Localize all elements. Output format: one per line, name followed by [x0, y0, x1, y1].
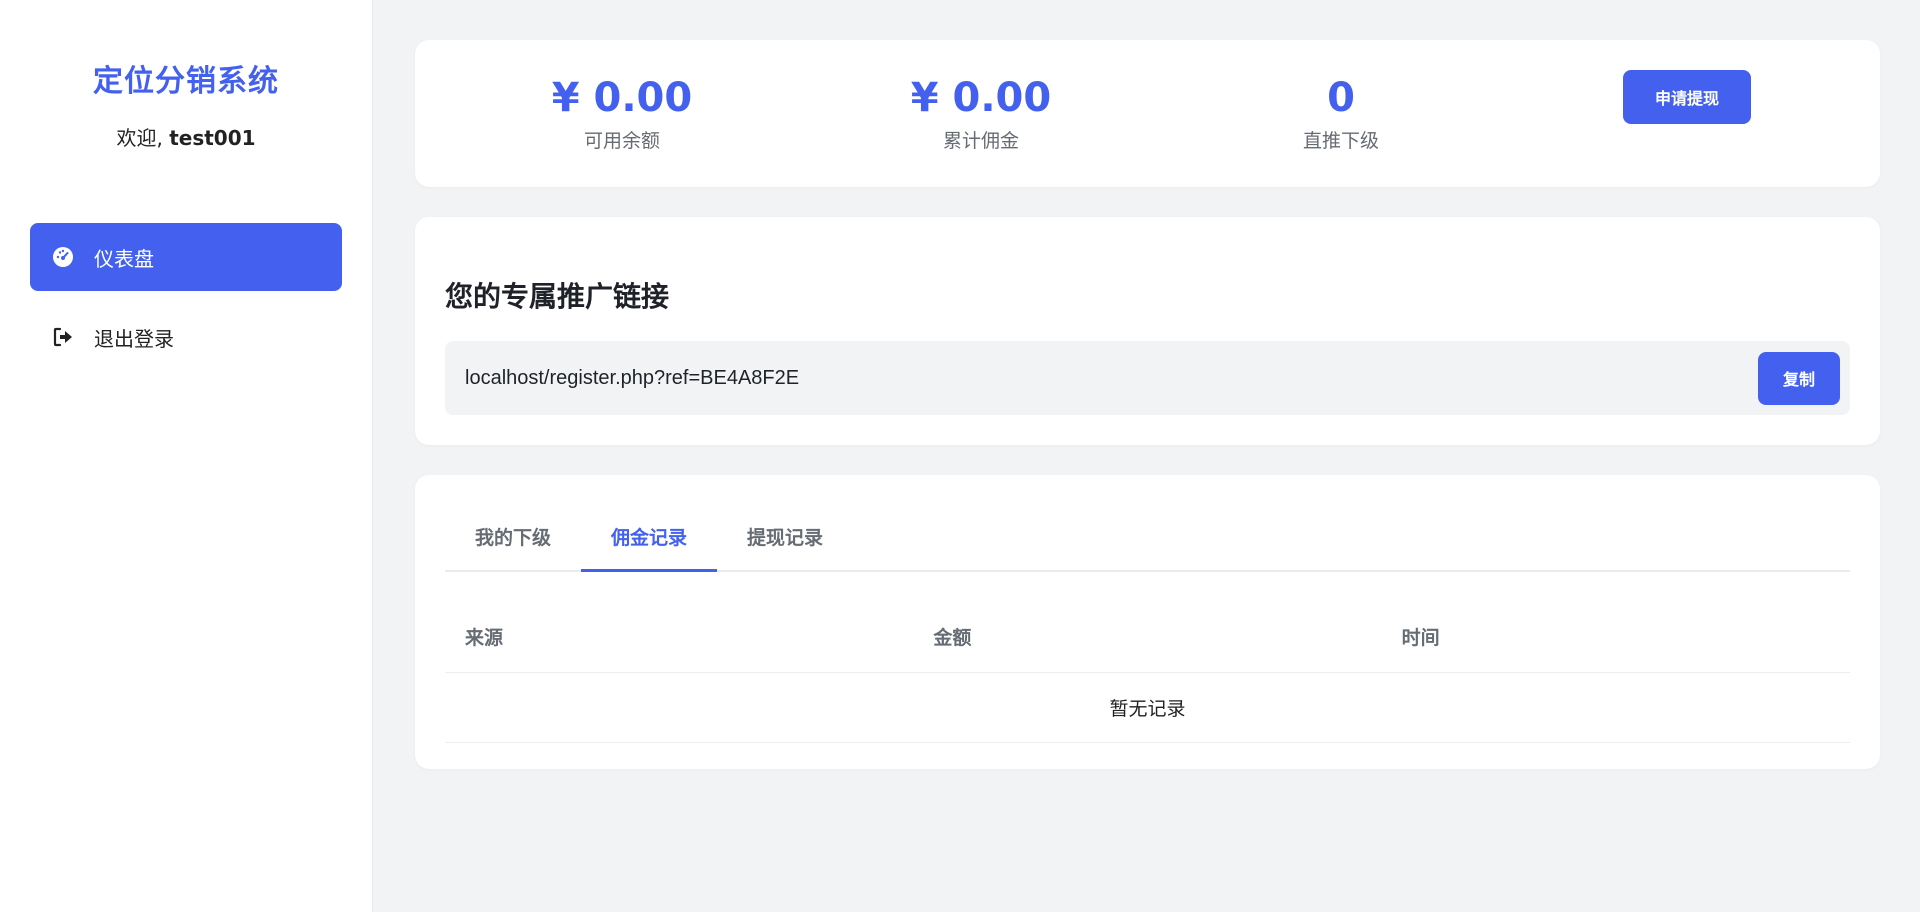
- column-header-amount: 金额: [913, 602, 1382, 673]
- logout-icon: [50, 324, 76, 350]
- column-header-time: 时间: [1381, 602, 1850, 673]
- sidebar-nav: 仪表盘 退出登录: [0, 223, 372, 371]
- brand-title: 定位分销系统: [93, 64, 279, 99]
- referral-link-text[interactable]: localhost/register.php?ref=BE4A8F2E: [465, 367, 799, 390]
- sidebar: 定位分销系统 欢迎, test001 仪表盘 退出登录: [0, 0, 373, 912]
- stat-value: ¥ 0.00: [551, 75, 693, 121]
- stat-direct-referrals: 0 直推下级: [1231, 76, 1451, 153]
- main-content: ¥ 0.00 可用余额 ¥ 0.00 累计佣金 0 直推下级 申请提现 您的专属…: [373, 0, 1920, 912]
- sidebar-item-logout[interactable]: 退出登录: [30, 303, 342, 371]
- stat-value: 0: [1327, 75, 1355, 121]
- records-table: 来源 金额 时间 暂无记录: [445, 602, 1850, 743]
- welcome-text: 欢迎, test001: [0, 122, 372, 151]
- sidebar-item-dashboard[interactable]: 仪表盘: [30, 223, 342, 291]
- stat-total-commission: ¥ 0.00 累计佣金: [871, 76, 1091, 153]
- stat-value: ¥ 0.00: [910, 75, 1052, 121]
- referral-link-box: localhost/register.php?ref=BE4A8F2E 复制: [445, 341, 1850, 415]
- column-header-source: 来源: [445, 602, 914, 673]
- empty-records-text: 暂无记录: [445, 672, 1850, 743]
- stat-label: 直推下级: [1302, 130, 1379, 152]
- copy-button[interactable]: 复制: [1758, 351, 1840, 405]
- stat-label: 可用余额: [583, 130, 660, 152]
- username: test001: [169, 126, 256, 150]
- app-root: 定位分销系统 欢迎, test001 仪表盘 退出登录 ¥ 0.00 可用余额 …: [0, 0, 1920, 912]
- stat-label: 累计佣金: [942, 130, 1019, 152]
- stats-card: ¥ 0.00 可用余额 ¥ 0.00 累计佣金 0 直推下级 申请提现: [415, 40, 1880, 187]
- sidebar-item-label: 退出登录: [94, 326, 174, 351]
- records-tabs: 我的下级 佣金记录 提现记录: [445, 515, 1850, 572]
- records-card: 我的下级 佣金记录 提现记录 来源 金额 时间 暂无记录: [415, 475, 1880, 769]
- table-row: 暂无记录: [445, 672, 1850, 743]
- tab-subordinates[interactable]: 我的下级: [445, 515, 581, 570]
- tab-withdrawal-records[interactable]: 提现记录: [717, 515, 853, 570]
- tab-commission-records[interactable]: 佣金记录: [581, 515, 718, 572]
- referral-link-card: 您的专属推广链接 localhost/register.php?ref=BE4A…: [415, 217, 1880, 445]
- sidebar-item-label: 仪表盘: [94, 246, 154, 271]
- table-header-row: 来源 金额 时间: [445, 602, 1850, 673]
- withdraw-button[interactable]: 申请提现: [1623, 70, 1751, 124]
- welcome-prefix: 欢迎,: [116, 126, 170, 150]
- stat-available-balance: ¥ 0.00 可用余额: [512, 76, 732, 153]
- referral-title: 您的专属推广链接: [445, 280, 670, 313]
- dashboard-icon: [50, 244, 76, 270]
